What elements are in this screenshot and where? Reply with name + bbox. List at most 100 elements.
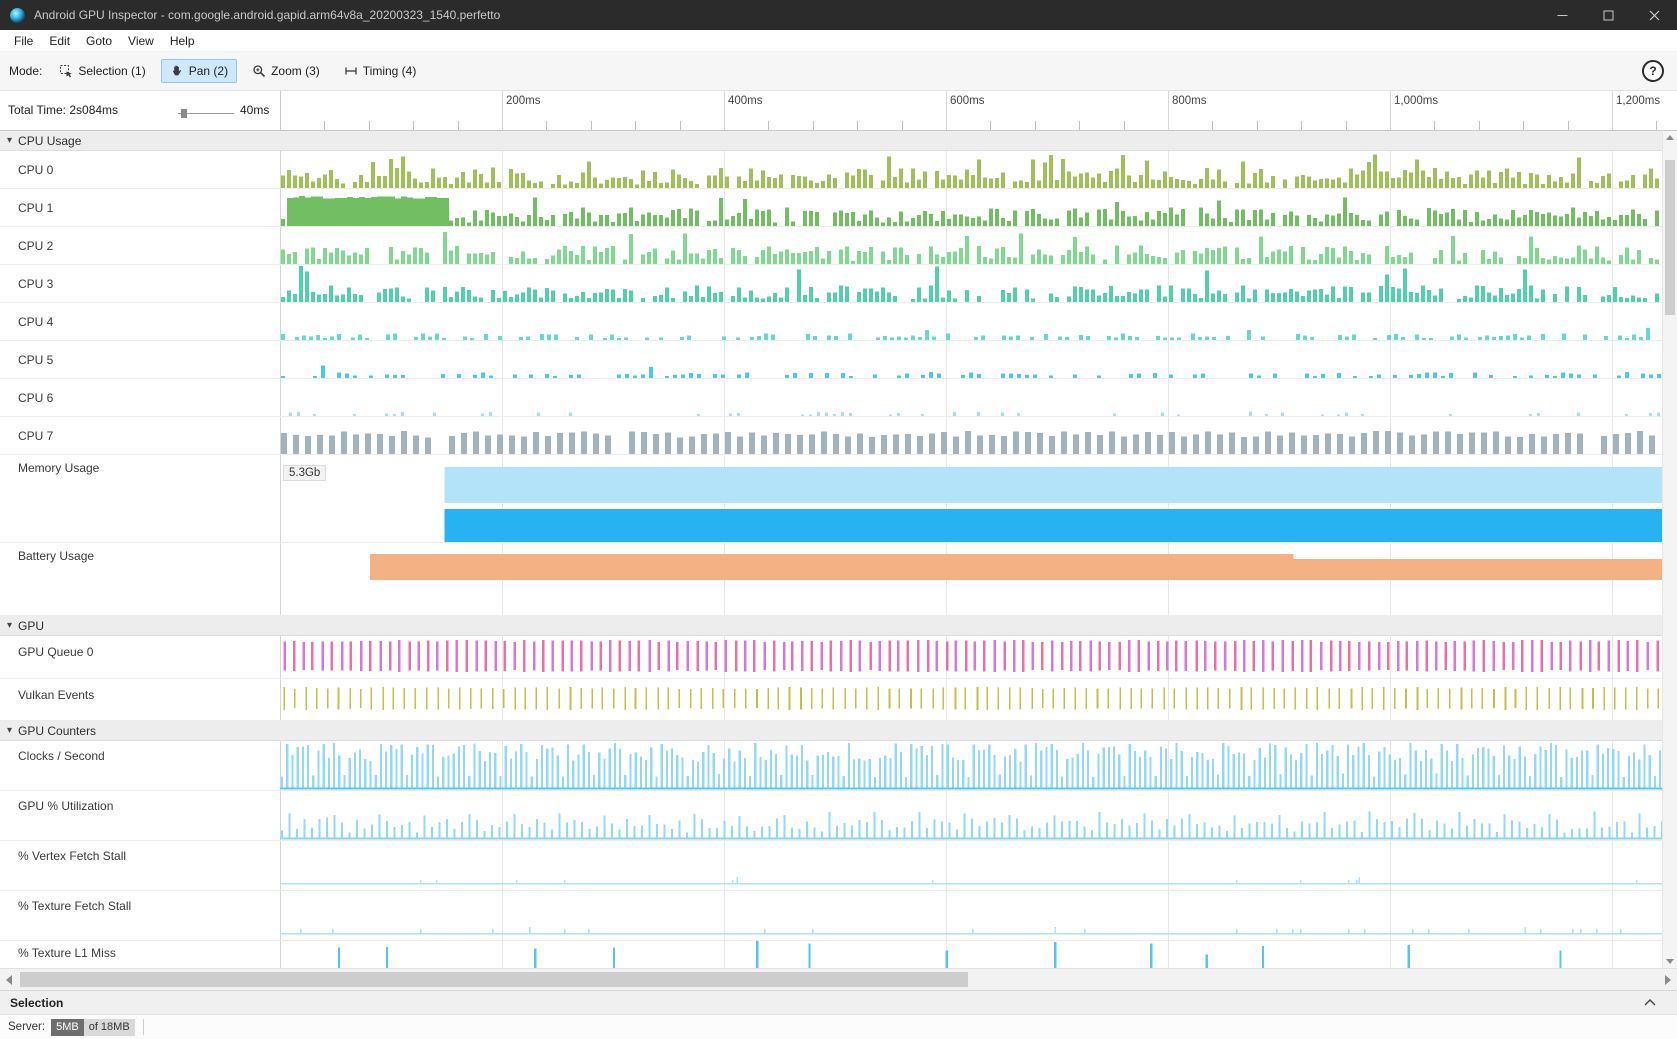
track-label: CPU 3 bbox=[18, 265, 53, 291]
timeline-ruler[interactable]: Total Time: 2s084ms 40ms 200ms400ms600ms… bbox=[0, 91, 1677, 131]
server-progress-rest: of 18MB bbox=[84, 1019, 135, 1036]
track-chart-battery-usage[interactable] bbox=[280, 543, 1663, 615]
ruler-major-tick bbox=[946, 91, 947, 130]
help-button[interactable]: ? bbox=[1642, 60, 1664, 82]
memory-value-label: 5.3Gb bbox=[283, 465, 326, 481]
track-row-cpu-7: CPU 7 bbox=[0, 417, 1677, 455]
track-label: Battery Usage bbox=[18, 543, 94, 563]
mode-button-zoom[interactable]: Zoom (3) bbox=[243, 59, 329, 83]
track-chart-vulkan-events[interactable] bbox=[280, 679, 1663, 720]
track-row-clocks-per-second: Clocks / Second bbox=[0, 741, 1677, 791]
track-label: GPU % Utilization bbox=[18, 791, 113, 813]
track-chart-texture-l1-miss[interactable] bbox=[280, 941, 1663, 968]
section-header-gpu-counters[interactable]: ▾ GPU Counters bbox=[0, 721, 1677, 741]
collapse-triangle-icon[interactable]: ▾ bbox=[7, 725, 12, 736]
ruler-minor-tick bbox=[902, 121, 903, 130]
close-button[interactable] bbox=[1631, 0, 1677, 30]
mode-button-timing[interactable]: Timing (4) bbox=[335, 59, 426, 83]
collapse-triangle-icon[interactable]: ▾ bbox=[7, 620, 12, 631]
track-chart-cpu-3[interactable] bbox=[280, 265, 1663, 302]
scroll-up-arrow-icon[interactable] bbox=[1666, 135, 1674, 140]
collapse-chevron-icon[interactable] bbox=[1643, 998, 1657, 1007]
mode-button-selection[interactable]: Selection (1) bbox=[50, 59, 154, 83]
track-label: CPU 0 bbox=[18, 151, 53, 177]
app-logo-icon bbox=[10, 8, 25, 23]
minimize-button[interactable] bbox=[1539, 0, 1585, 30]
track-label: CPU 7 bbox=[18, 417, 53, 443]
ruler-minor-tick bbox=[1479, 121, 1480, 130]
track-chart-cpu-2[interactable] bbox=[280, 227, 1663, 264]
collapse-triangle-icon[interactable]: ▾ bbox=[7, 135, 12, 146]
ruler-major-tick bbox=[1612, 91, 1613, 130]
track-chart-gpu-queue-0[interactable] bbox=[280, 636, 1663, 678]
timeline-viewport: ▾CPU UsageCPU 0 CPU 1CPU 2 CPU 3 CPU 4 CPU 5… bbox=[0, 131, 1677, 968]
timing-icon bbox=[344, 64, 358, 78]
track-label: CPU 4 bbox=[18, 303, 53, 329]
track-chart-cpu-6[interactable] bbox=[280, 379, 1663, 416]
section-label: GPU Counters bbox=[18, 724, 96, 738]
zoom-icon bbox=[252, 64, 266, 78]
mode-button-label: Zoom (3) bbox=[271, 64, 320, 78]
pan-icon bbox=[170, 64, 184, 78]
track-row-cpu-5: CPU 5 bbox=[0, 341, 1677, 379]
mode-button-label: Selection (1) bbox=[78, 64, 145, 78]
track-chart-texture-fetch-stall[interactable] bbox=[280, 891, 1663, 940]
zoom-slider[interactable] bbox=[178, 113, 234, 114]
mode-label: Mode: bbox=[9, 64, 42, 78]
mode-button-label: Timing (4) bbox=[363, 64, 417, 78]
ruler-minor-tick bbox=[324, 121, 325, 130]
track-chart-cpu-0[interactable] bbox=[280, 151, 1663, 188]
track-label: % Texture L1 Miss bbox=[18, 941, 116, 960]
track-row-cpu-1: CPU 1 bbox=[0, 189, 1677, 227]
menu-bar: FileEditGotoViewHelp bbox=[0, 30, 1677, 52]
track-chart-cpu-1[interactable] bbox=[280, 189, 1663, 226]
ruler-minor-tick bbox=[768, 121, 769, 130]
selection-panel-header[interactable]: Selection bbox=[0, 990, 1677, 1014]
track-label: CPU 2 bbox=[18, 227, 53, 253]
close-icon bbox=[1649, 10, 1660, 21]
track-chart-vertex-fetch-stall[interactable] bbox=[280, 841, 1663, 890]
track-chart-memory-usage[interactable] bbox=[280, 455, 1663, 542]
menu-help[interactable]: Help bbox=[162, 32, 203, 50]
ruler-minor-tick bbox=[413, 121, 414, 130]
menu-file[interactable]: File bbox=[6, 32, 41, 50]
section-header-cpu-usage[interactable]: ▾CPU Usage bbox=[0, 131, 1677, 151]
track-row-memory-usage: Memory Usage 5.3Gb bbox=[0, 455, 1677, 543]
track-chart-cpu-7[interactable] bbox=[280, 417, 1663, 454]
track-row-cpu-3: CPU 3 bbox=[0, 265, 1677, 303]
track-chart-cpu-4[interactable] bbox=[280, 303, 1663, 340]
vertical-scrollbar-thumb[interactable] bbox=[1665, 160, 1675, 315]
mode-button-pan[interactable]: Pan (2) bbox=[161, 59, 237, 83]
track-chart-clocks-per-second[interactable] bbox=[280, 741, 1663, 790]
server-progress-filled: 5MB bbox=[51, 1019, 84, 1036]
track-chart-gpu-utilization[interactable] bbox=[280, 791, 1663, 840]
ruler-minor-tick bbox=[1124, 121, 1125, 130]
status-divider bbox=[143, 1019, 144, 1035]
horizontal-scrollbar-thumb[interactable] bbox=[20, 972, 968, 987]
ruler-tick-label: 600ms bbox=[950, 95, 985, 107]
track-row-texture-fetch-stall: % Texture Fetch Stall bbox=[0, 891, 1677, 941]
section-header-gpu[interactable]: ▾GPU bbox=[0, 616, 1677, 636]
scroll-down-arrow-icon[interactable] bbox=[1666, 959, 1674, 964]
menu-edit[interactable]: Edit bbox=[41, 32, 78, 50]
ruler-minor-tick bbox=[458, 121, 459, 130]
ruler-minor-tick bbox=[369, 121, 370, 130]
vertical-scrollbar[interactable] bbox=[1662, 131, 1677, 968]
ruler-minor-tick bbox=[546, 121, 547, 130]
track-row-cpu-6: CPU 6 bbox=[0, 379, 1677, 417]
ruler-minor-tick bbox=[680, 121, 681, 130]
menu-view[interactable]: View bbox=[120, 32, 162, 50]
horizontal-scrollbar[interactable] bbox=[0, 968, 1677, 990]
track-chart-cpu-5[interactable] bbox=[280, 341, 1663, 378]
track-label: Clocks / Second bbox=[18, 741, 105, 763]
menu-goto[interactable]: Goto bbox=[78, 32, 120, 50]
scroll-left-arrow-icon[interactable] bbox=[6, 975, 12, 985]
track-row-vulkan-events: Vulkan Events bbox=[0, 679, 1677, 721]
zoom-slider-handle[interactable] bbox=[181, 109, 187, 118]
ruler-minor-tick bbox=[1523, 121, 1524, 130]
maximize-button[interactable] bbox=[1585, 0, 1631, 30]
scroll-right-arrow-icon[interactable] bbox=[1665, 975, 1671, 985]
track-label: Memory Usage bbox=[18, 455, 99, 475]
window-controls bbox=[1539, 0, 1677, 30]
ruler-minor-tick bbox=[1656, 121, 1657, 130]
